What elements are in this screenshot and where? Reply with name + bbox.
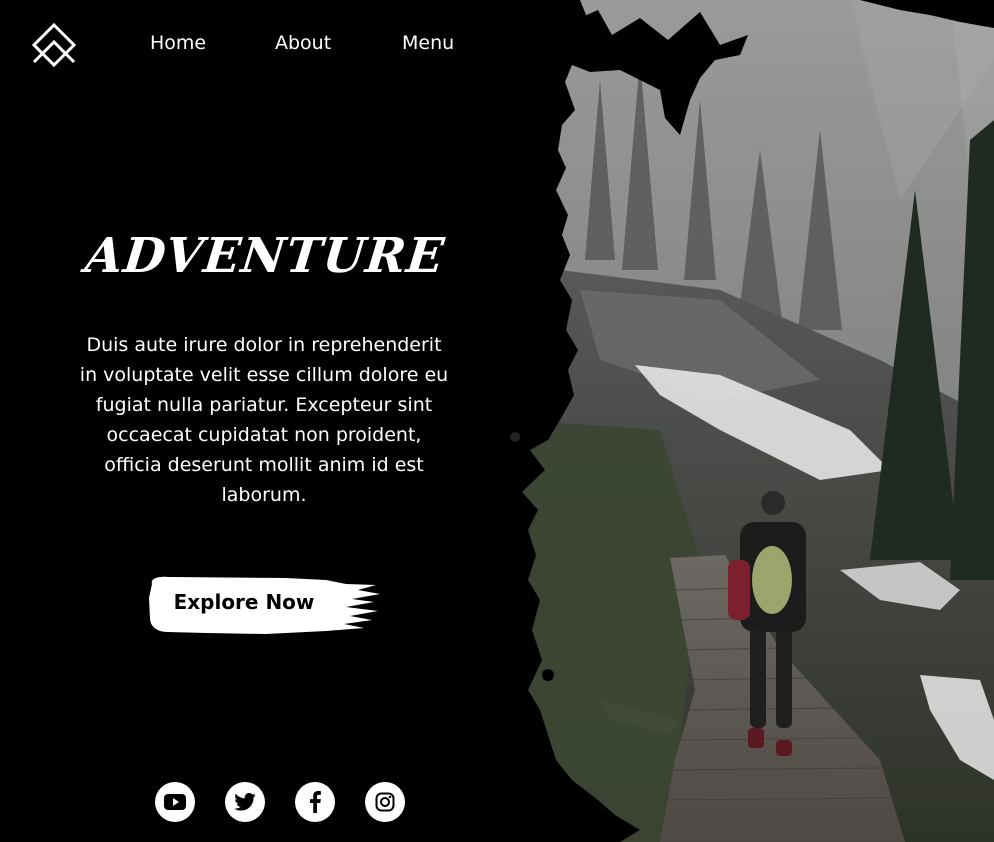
nav-link-menu[interactable]: Menu [402, 32, 454, 54]
explore-now-button[interactable]: Explore Now [146, 574, 382, 636]
explore-now-label: Explore Now [173, 590, 315, 614]
hero-description: Duis aute irure dolor in reprehenderit i… [79, 334, 449, 506]
hero-title: ADVENTURE [82, 228, 448, 284]
youtube-icon[interactable] [155, 782, 195, 822]
forest-trail-illustration [520, 0, 994, 842]
facebook-icon[interactable] [295, 782, 335, 822]
top-navigation: Home About Menu [0, 0, 560, 90]
hero-photo-hiker-on-boardwalk [520, 0, 994, 842]
brand-logo-icon[interactable] [30, 22, 78, 68]
landing-page: Home About Menu ADVENTURE Duis aute irur… [0, 0, 994, 842]
instagram-icon[interactable] [365, 782, 405, 822]
nav-link-home[interactable]: Home [150, 32, 206, 54]
twitter-icon[interactable] [225, 782, 265, 822]
nav-link-about[interactable]: About [275, 32, 331, 54]
